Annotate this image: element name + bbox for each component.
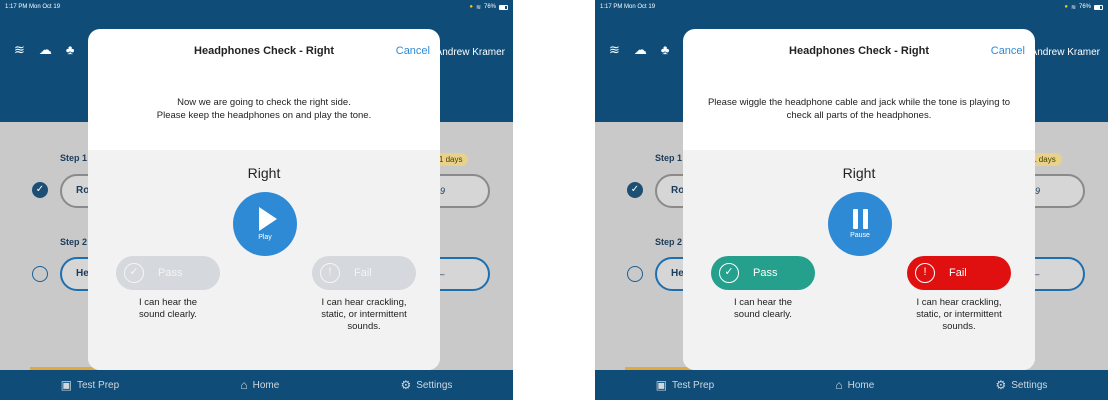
clipboard-icon: ▣ — [60, 378, 72, 392]
pause-button[interactable]: Pause — [828, 192, 892, 256]
step-1-label: Step 1 — [655, 153, 683, 163]
step-2-label: Step 2 — [60, 237, 88, 247]
check-circle-icon: ✓ — [719, 263, 739, 283]
tab-bar: ▣ Test Prep ⌂ Home ⚙ Settings — [0, 370, 513, 400]
tab-home[interactable]: ⌂ Home — [835, 378, 874, 392]
tab-settings[interactable]: ⚙ Settings — [996, 378, 1048, 392]
status-time: 1:17 PM Mon Oct 19 — [600, 4, 656, 10]
status-bar: 1:17 PM Mon Oct 19 ● ≋ 76% — [0, 0, 513, 14]
status-dot-icon: ● — [1064, 4, 1068, 10]
battery-percent: 76% — [1078, 4, 1091, 10]
side-title: Right — [842, 165, 876, 181]
step-2-empty-circle-icon — [627, 266, 643, 282]
alert-circle-icon: ! — [320, 263, 340, 283]
headphones-check-modal: Headphones Check - Right Cancel Please w… — [683, 29, 1035, 370]
modal-message: Please wiggle the headphone cable and ja… — [707, 97, 1011, 121]
step-2-empty-circle-icon — [32, 266, 48, 282]
tab-test-prep[interactable]: ▣ Test Prep — [61, 378, 120, 392]
pass-description: I can hear the sound clearly. — [733, 297, 793, 320]
status-time: 1:17 PM Mon Oct 19 — [5, 4, 61, 10]
tab-home[interactable]: ⌂ Home — [240, 378, 279, 392]
battery-icon — [499, 4, 508, 10]
status-bar: 1:17 PM Mon Oct 19 ● ≋ 76% — [595, 0, 1108, 14]
step-1-label: Step 1 — [60, 153, 88, 163]
battery-icon — [1094, 4, 1103, 10]
pass-button[interactable]: ✓ Pass — [711, 256, 815, 290]
tab-settings[interactable]: ⚙ Settings — [401, 378, 453, 392]
step-1-check-icon: ✓ — [32, 182, 48, 198]
fail-description: I can hear crackling, static, or intermi… — [916, 297, 1002, 332]
wifi-icon[interactable]: ≋ — [14, 42, 25, 58]
gear-icon: ⚙ — [400, 378, 412, 392]
network-icon[interactable]: ♣ — [66, 42, 75, 58]
play-icon — [258, 207, 277, 231]
pause-caption: Pause — [850, 232, 870, 239]
modal-header: Headphones Check - Right Cancel — [88, 29, 440, 75]
play-caption: Play — [258, 234, 272, 241]
alert-circle-icon: ! — [915, 263, 935, 283]
cancel-button[interactable]: Cancel — [991, 45, 1025, 57]
battery-percent: 76% — [483, 4, 496, 10]
side-title: Right — [247, 165, 281, 181]
modal-title: Headphones Check - Right — [194, 45, 334, 57]
status-dot-icon: ● — [469, 4, 473, 10]
screen-play-state: 1:17 PM Mon Oct 19 ● ≋ 76% ≋ ☁ ♣ Andrew … — [0, 0, 513, 400]
wifi-icon[interactable]: ≋ — [609, 42, 620, 58]
gear-icon: ⚙ — [995, 378, 1007, 392]
step-2-label: Step 2 — [655, 237, 683, 247]
cloud-icon[interactable]: ☁ — [634, 42, 647, 58]
pass-button[interactable]: ✓ Pass — [116, 256, 220, 290]
home-icon: ⌂ — [835, 378, 843, 392]
home-icon: ⌂ — [240, 378, 248, 392]
play-button[interactable]: Play — [233, 192, 297, 256]
cancel-button[interactable]: Cancel — [396, 45, 430, 57]
fail-button[interactable]: ! Fail — [312, 256, 416, 290]
user-name[interactable]: Andrew Kramer — [1031, 47, 1100, 58]
pass-description: I can hear the sound clearly. — [138, 297, 198, 320]
fail-description: I can hear crackling, static, or intermi… — [321, 297, 407, 332]
modal-title: Headphones Check - Right — [789, 45, 929, 57]
modal-header: Headphones Check - Right Cancel — [683, 29, 1035, 75]
headphones-check-modal: Headphones Check - Right Cancel Now we a… — [88, 29, 440, 370]
wifi-status-icon: ≋ — [475, 4, 481, 11]
pause-icon — [852, 209, 868, 229]
clipboard-icon: ▣ — [655, 378, 667, 392]
check-circle-icon: ✓ — [124, 263, 144, 283]
wifi-status-icon: ≋ — [1070, 4, 1076, 11]
tab-bar: ▣ Test Prep ⌂ Home ⚙ Settings — [595, 370, 1108, 400]
user-name[interactable]: Andrew Kramer — [436, 47, 505, 58]
step-1-check-icon: ✓ — [627, 182, 643, 198]
network-icon[interactable]: ♣ — [661, 42, 670, 58]
modal-message: Now we are going to check the right side… — [156, 97, 372, 121]
screen-pause-state: 1:17 PM Mon Oct 19 ● ≋ 76% ≋ ☁ ♣ Andrew … — [595, 0, 1108, 400]
cloud-icon[interactable]: ☁ — [39, 42, 52, 58]
tab-test-prep[interactable]: ▣ Test Prep — [656, 378, 715, 392]
fail-button[interactable]: ! Fail — [907, 256, 1011, 290]
